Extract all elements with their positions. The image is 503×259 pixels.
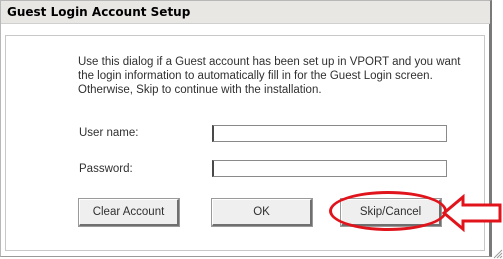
dialog-title: Guest Login Account Setup: [7, 5, 191, 19]
highlight-ellipse: [329, 191, 447, 231]
ok-button[interactable]: OK: [211, 198, 313, 227]
resize-grip-icon[interactable]: [493, 249, 503, 259]
title-bar: Guest Login Account Setup: [1, 1, 490, 24]
password-field[interactable]: [212, 160, 447, 177]
arrow-left-icon: [441, 193, 502, 233]
username-field[interactable]: [212, 125, 447, 142]
password-label: Password:: [79, 163, 133, 175]
username-label: User name:: [79, 127, 139, 139]
dialog-description: Use this dialog if a Guest account has b…: [78, 56, 461, 96]
clear-account-button[interactable]: Clear Account: [78, 198, 180, 227]
